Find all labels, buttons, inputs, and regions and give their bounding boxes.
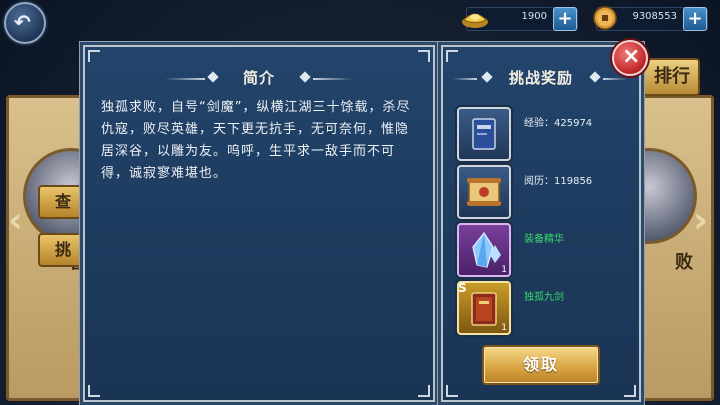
character-name-right: 败 (675, 252, 693, 273)
gold-counter: 1900 + (462, 7, 578, 31)
intro-title: 简介 (242, 69, 275, 87)
add-coin-button[interactable]: + (683, 7, 707, 31)
reward-count: 1 (501, 265, 507, 275)
copper-coin-icon (593, 6, 617, 30)
rank-s-tag: S (458, 281, 467, 295)
add-gold-button[interactable]: + (553, 7, 577, 31)
reward-item-crystal[interactable]: 1 (457, 223, 511, 277)
reward-title: 挑战奖励 (508, 69, 573, 87)
coin-value: 9308553 (632, 11, 677, 22)
back-arrow-icon: ↶ (14, 10, 31, 34)
reward-count: 1 (501, 323, 507, 333)
arrow-right-icon: › (693, 200, 708, 241)
diamond-icon (589, 71, 601, 83)
title-divider-left (453, 78, 477, 80)
gold-ingot-icon (462, 13, 488, 28)
title-divider-right (313, 78, 353, 80)
reward-label-crystal: 装备精华 (524, 234, 564, 245)
reward-label-scroll: 阅历：119856 (524, 176, 593, 187)
scroll-icon (467, 178, 501, 206)
back-button[interactable]: ↶ (4, 2, 46, 44)
reward-item-skill-book[interactable]: S 1 (457, 281, 511, 335)
diamond-icon (299, 71, 311, 83)
title-divider-right (603, 78, 627, 80)
intro-text: 独孤求败，自号“剑魔”，纵横江湖三十馀载，杀尽仇寇，败尽英雄，天下更无抗手，无可… (101, 100, 411, 181)
experience-book-icon (472, 118, 496, 150)
diamond-icon (481, 71, 493, 83)
diamond-icon (207, 71, 219, 83)
reward-item-experience[interactable] (457, 107, 511, 161)
reward-title-row: 挑战奖励 (443, 67, 639, 88)
close-button[interactable]: × (612, 40, 648, 76)
background-button-view: 查 (38, 185, 88, 219)
reward-label-experience: 经验：425974 (524, 118, 593, 129)
reward-label-skill-book: 独孤九剑 (524, 292, 564, 303)
close-icon: × (622, 44, 641, 69)
coin-counter: 9308553 + (593, 6, 708, 31)
reward-panel: 挑战奖励 经验：425974 阅历：119856 1 装备精华 S 1 独孤九剑… (441, 45, 641, 402)
arrow-left-icon: ‹ (8, 200, 23, 241)
title-divider-left (165, 78, 205, 80)
intro-title-row: 简介 (85, 67, 433, 88)
claim-button[interactable]: 领取 (482, 345, 600, 385)
background-button-challenge: 挑 (38, 233, 88, 267)
gold-value: 1900 (521, 11, 547, 22)
intro-panel: 简介 独孤求败，自号“剑魔”，纵横江湖三十馀载，杀尽仇寇，败尽英雄，天下更无抗手… (83, 45, 435, 402)
reward-item-scroll[interactable] (457, 165, 511, 219)
